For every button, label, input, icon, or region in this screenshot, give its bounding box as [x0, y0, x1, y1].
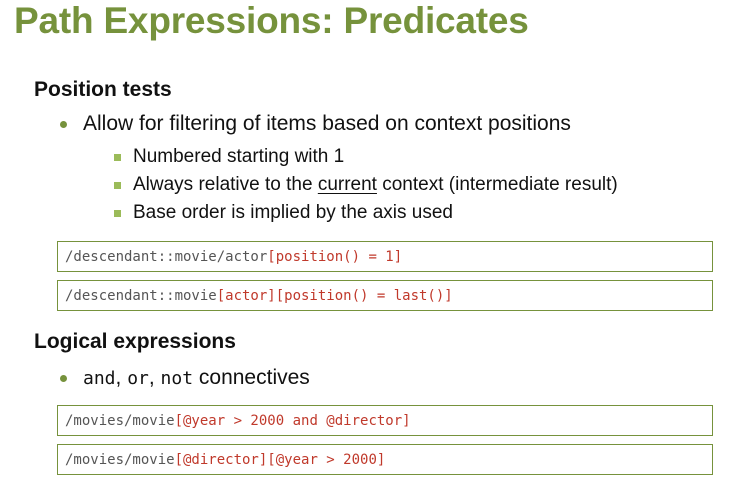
- keyword-and: and: [83, 368, 116, 389]
- slide-title: Path Expressions: Predicates: [14, 0, 529, 41]
- sub-bullet-marker: [114, 153, 121, 161]
- code-predicate: [@director][@year > 2000]: [174, 451, 386, 468]
- sub-bullet-numbered: Numbered starting with 1: [114, 146, 344, 168]
- section-heading-position-tests: Position tests: [34, 78, 172, 101]
- separator: ,: [148, 366, 161, 389]
- code-example-chained: /movies/movie [@director][@year > 2000]: [57, 444, 713, 475]
- code-path: /descendant::movie: [65, 287, 217, 304]
- code-path: /descendant::movie/actor: [65, 248, 268, 265]
- bullet-connectives: and, or, not connectives: [60, 366, 310, 390]
- bullet-rest: connectives: [193, 366, 310, 389]
- underlined-word-current: current: [317, 174, 377, 195]
- code-example-position-first: /descendant::movie/actor [position() = 1]: [57, 241, 713, 272]
- bullet-text: and, or, not connectives: [83, 366, 310, 390]
- bullet-text: Allow for filtering of items based on co…: [83, 112, 571, 135]
- code-predicate: [@year > 2000 and @director]: [174, 412, 411, 429]
- separator: ,: [115, 366, 128, 389]
- sub-bullet-text-after: context (intermediate result): [376, 174, 618, 195]
- sub-bullet-marker: [114, 209, 121, 217]
- code-example-and: /movies/movie [@year > 2000 and @director…: [57, 405, 713, 436]
- sub-bullet-relative: Always relative to the current context (…: [114, 174, 618, 196]
- sub-bullet-text: Always relative to the current context (…: [133, 174, 618, 196]
- sub-bullet-text: Numbered starting with 1: [133, 146, 345, 167]
- code-predicate: [actor][position() = last()]: [216, 287, 453, 304]
- bullet-marker: [60, 120, 67, 128]
- sub-bullet-marker: [114, 181, 121, 189]
- keyword-or: or: [127, 368, 149, 389]
- code-path: /movies/movie: [65, 412, 175, 429]
- sub-bullet-base-order: Base order is implied by the axis used: [114, 202, 453, 224]
- code-example-position-last: /descendant::movie [actor][position() = l…: [57, 280, 713, 311]
- bullet-marker: [60, 374, 67, 382]
- section-heading-logical-expressions: Logical expressions: [34, 330, 236, 353]
- code-predicate: [position() = 1]: [267, 248, 403, 265]
- code-path: /movies/movie: [65, 451, 175, 468]
- sub-bullet-text: Base order is implied by the axis used: [133, 202, 453, 223]
- keyword-not: not: [160, 368, 194, 389]
- bullet-filtering: Allow for filtering of items based on co…: [60, 112, 571, 136]
- sub-bullet-text-before: Always relative to the: [133, 174, 318, 195]
